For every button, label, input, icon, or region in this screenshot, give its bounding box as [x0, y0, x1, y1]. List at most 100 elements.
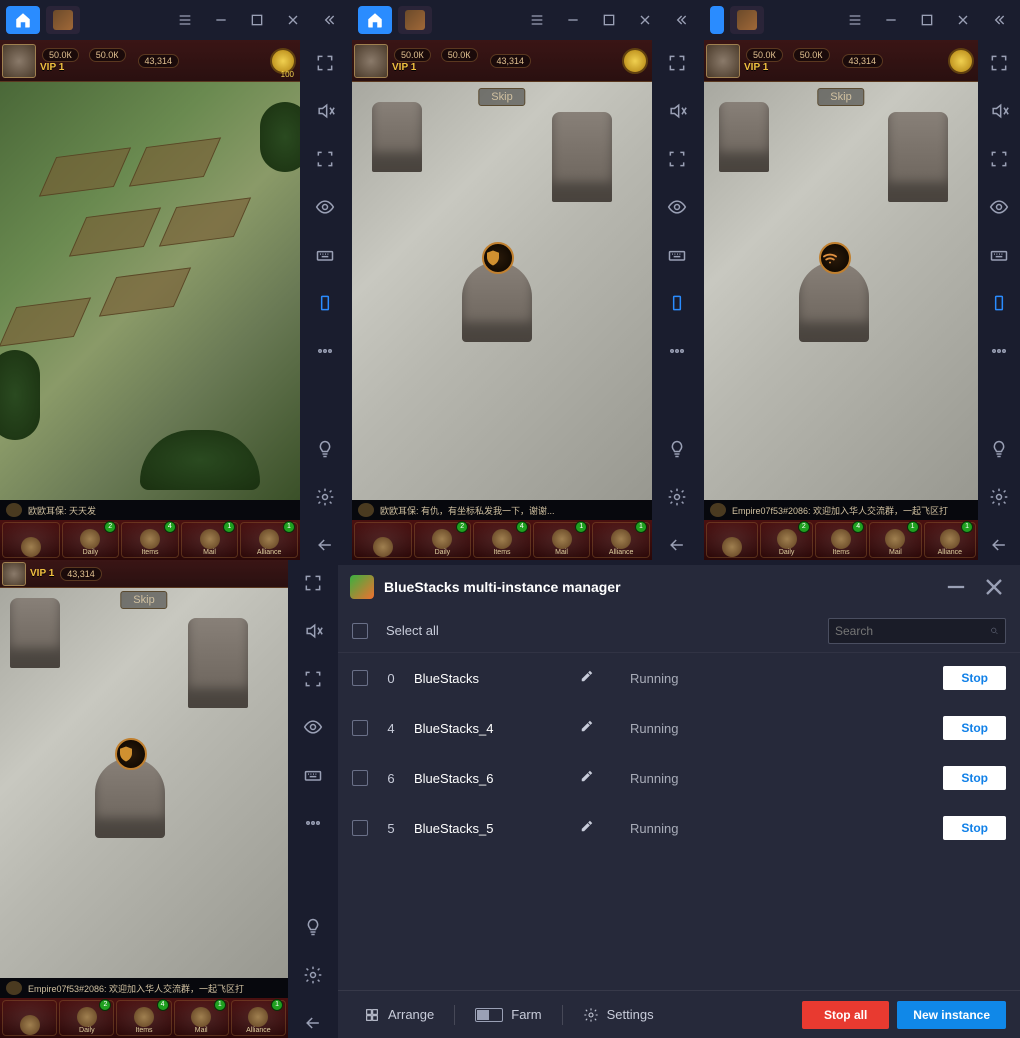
maximize-icon[interactable] [594, 5, 624, 35]
slot-hero[interactable] [706, 522, 758, 558]
maximize-icon[interactable] [912, 5, 942, 35]
collapse-icon[interactable] [314, 5, 344, 35]
hint-icon[interactable] [662, 434, 692, 464]
collapse-icon[interactable] [666, 5, 696, 35]
edit-icon[interactable] [580, 769, 594, 788]
eye-icon[interactable] [298, 712, 328, 742]
game-world-city[interactable]: Skip [352, 82, 652, 500]
stop-button[interactable]: Stop [943, 716, 1006, 740]
farm-toggle[interactable]: Farm [463, 1007, 553, 1022]
chat-strip[interactable]: Empire07f53#2086: 欢迎加入华人交流群，一起飞区打 [0, 978, 288, 998]
more-icon[interactable] [298, 808, 328, 838]
avatar[interactable] [2, 44, 36, 78]
search-input[interactable] [835, 624, 990, 638]
arrange-button[interactable]: Arrange [352, 1007, 446, 1023]
row-checkbox[interactable] [352, 770, 368, 786]
back-icon[interactable] [662, 530, 692, 560]
slot-alliance[interactable]: 1Alliance [240, 522, 298, 558]
minimize-icon[interactable] [206, 5, 236, 35]
slot-alliance[interactable]: 1Alliance [592, 522, 650, 558]
slot-daily[interactable]: 2Daily [414, 522, 472, 558]
game-tab-icon[interactable] [730, 6, 764, 34]
settings-icon[interactable] [662, 482, 692, 512]
hamburger-icon[interactable] [840, 5, 870, 35]
settings-icon[interactable] [310, 482, 340, 512]
close-icon[interactable] [278, 5, 308, 35]
device-icon[interactable] [310, 288, 340, 318]
keyboard-icon[interactable] [662, 240, 692, 270]
game-tab-icon[interactable] [46, 6, 80, 34]
slot-mail[interactable]: 1Mail [533, 522, 591, 558]
game-world-city[interactable]: Skip [0, 588, 288, 978]
slot-items[interactable]: 4Items [815, 522, 867, 558]
row-checkbox[interactable] [352, 720, 368, 736]
chat-strip[interactable]: Empire07f53#2086: 欢迎加入华人交流群，一起飞区打 [704, 500, 978, 520]
keyboard-icon[interactable] [298, 760, 328, 790]
focus-icon[interactable] [984, 144, 1014, 174]
game-view[interactable]: VIP 1 43,314 Skip Empire07f53#2086: 欢迎加入… [0, 560, 288, 1038]
focus-icon[interactable] [662, 144, 692, 174]
chat-strip[interactable]: 欧欧耳保: 有仇，有坐标私发我一下，谢谢... [352, 500, 652, 520]
coin-icon[interactable] [622, 48, 648, 74]
skip-button[interactable]: Skip [817, 88, 864, 106]
keyboard-icon[interactable] [310, 240, 340, 270]
coin-icon[interactable] [948, 48, 974, 74]
collapse-icon[interactable] [984, 5, 1014, 35]
eye-icon[interactable] [662, 192, 692, 222]
chat-strip[interactable]: 欧欧耳保: 天天发 [0, 500, 300, 520]
mute-icon[interactable] [662, 96, 692, 126]
slot-daily[interactable]: 2Daily [59, 1000, 114, 1036]
slot-daily[interactable]: 2Daily [760, 522, 812, 558]
slot-items[interactable]: 4Items [121, 522, 179, 558]
device-icon[interactable] [662, 288, 692, 318]
fullscreen-icon[interactable] [984, 48, 1014, 78]
stop-button[interactable]: Stop [943, 816, 1006, 840]
stop-button[interactable]: Stop [943, 766, 1006, 790]
mute-icon[interactable] [298, 616, 328, 646]
quest-marker-shield-icon[interactable] [115, 738, 147, 770]
eye-icon[interactable] [310, 192, 340, 222]
mute-icon[interactable] [984, 96, 1014, 126]
slot-alliance[interactable]: 1Alliance [231, 1000, 286, 1036]
settings-button[interactable]: Settings [571, 1007, 666, 1023]
select-all-checkbox[interactable] [352, 623, 368, 639]
skip-button[interactable]: Skip [478, 88, 525, 106]
game-world-grass[interactable] [0, 82, 300, 500]
game-world-city[interactable]: Skip [704, 82, 978, 500]
edit-icon[interactable] [580, 819, 594, 838]
close-icon[interactable] [630, 5, 660, 35]
game-view[interactable]: 50.0К 50.0К VIP 1 43,314 Skip 欧欧耳保: 有仇，有… [352, 40, 652, 560]
focus-icon[interactable] [298, 664, 328, 694]
fullscreen-icon[interactable] [310, 48, 340, 78]
back-icon[interactable] [310, 530, 340, 560]
stop-all-button[interactable]: Stop all [802, 1001, 889, 1029]
slot-mail[interactable]: 1Mail [869, 522, 921, 558]
avatar[interactable] [354, 44, 388, 78]
game-view[interactable]: 50.0К 50.0К VIP 1 43,314 100 [0, 40, 300, 560]
minimize-icon[interactable] [876, 5, 906, 35]
hint-icon[interactable] [984, 434, 1014, 464]
slot-items[interactable]: 4Items [473, 522, 531, 558]
minimize-icon[interactable] [558, 5, 588, 35]
close-icon[interactable] [948, 5, 978, 35]
slot-mail[interactable]: 1Mail [174, 1000, 229, 1036]
fullscreen-icon[interactable] [298, 568, 328, 598]
device-icon[interactable] [984, 288, 1014, 318]
hamburger-icon[interactable] [170, 5, 200, 35]
settings-icon[interactable] [984, 482, 1014, 512]
fullscreen-icon[interactable] [662, 48, 692, 78]
hint-icon[interactable] [310, 434, 340, 464]
slot-alliance[interactable]: 1Alliance [924, 522, 976, 558]
more-icon[interactable] [662, 336, 692, 366]
search-box[interactable] [828, 618, 1006, 644]
back-icon[interactable] [984, 530, 1014, 560]
row-checkbox[interactable] [352, 670, 368, 686]
slot-hero[interactable] [2, 1000, 57, 1036]
slot-daily[interactable]: 2Daily [62, 522, 120, 558]
quest-marker-shield-icon[interactable] [482, 242, 514, 274]
edit-icon[interactable] [580, 719, 594, 738]
slot-hero[interactable] [2, 522, 60, 558]
back-icon[interactable] [298, 1008, 328, 1038]
skip-button[interactable]: Skip [120, 591, 167, 609]
avatar[interactable] [2, 562, 26, 586]
